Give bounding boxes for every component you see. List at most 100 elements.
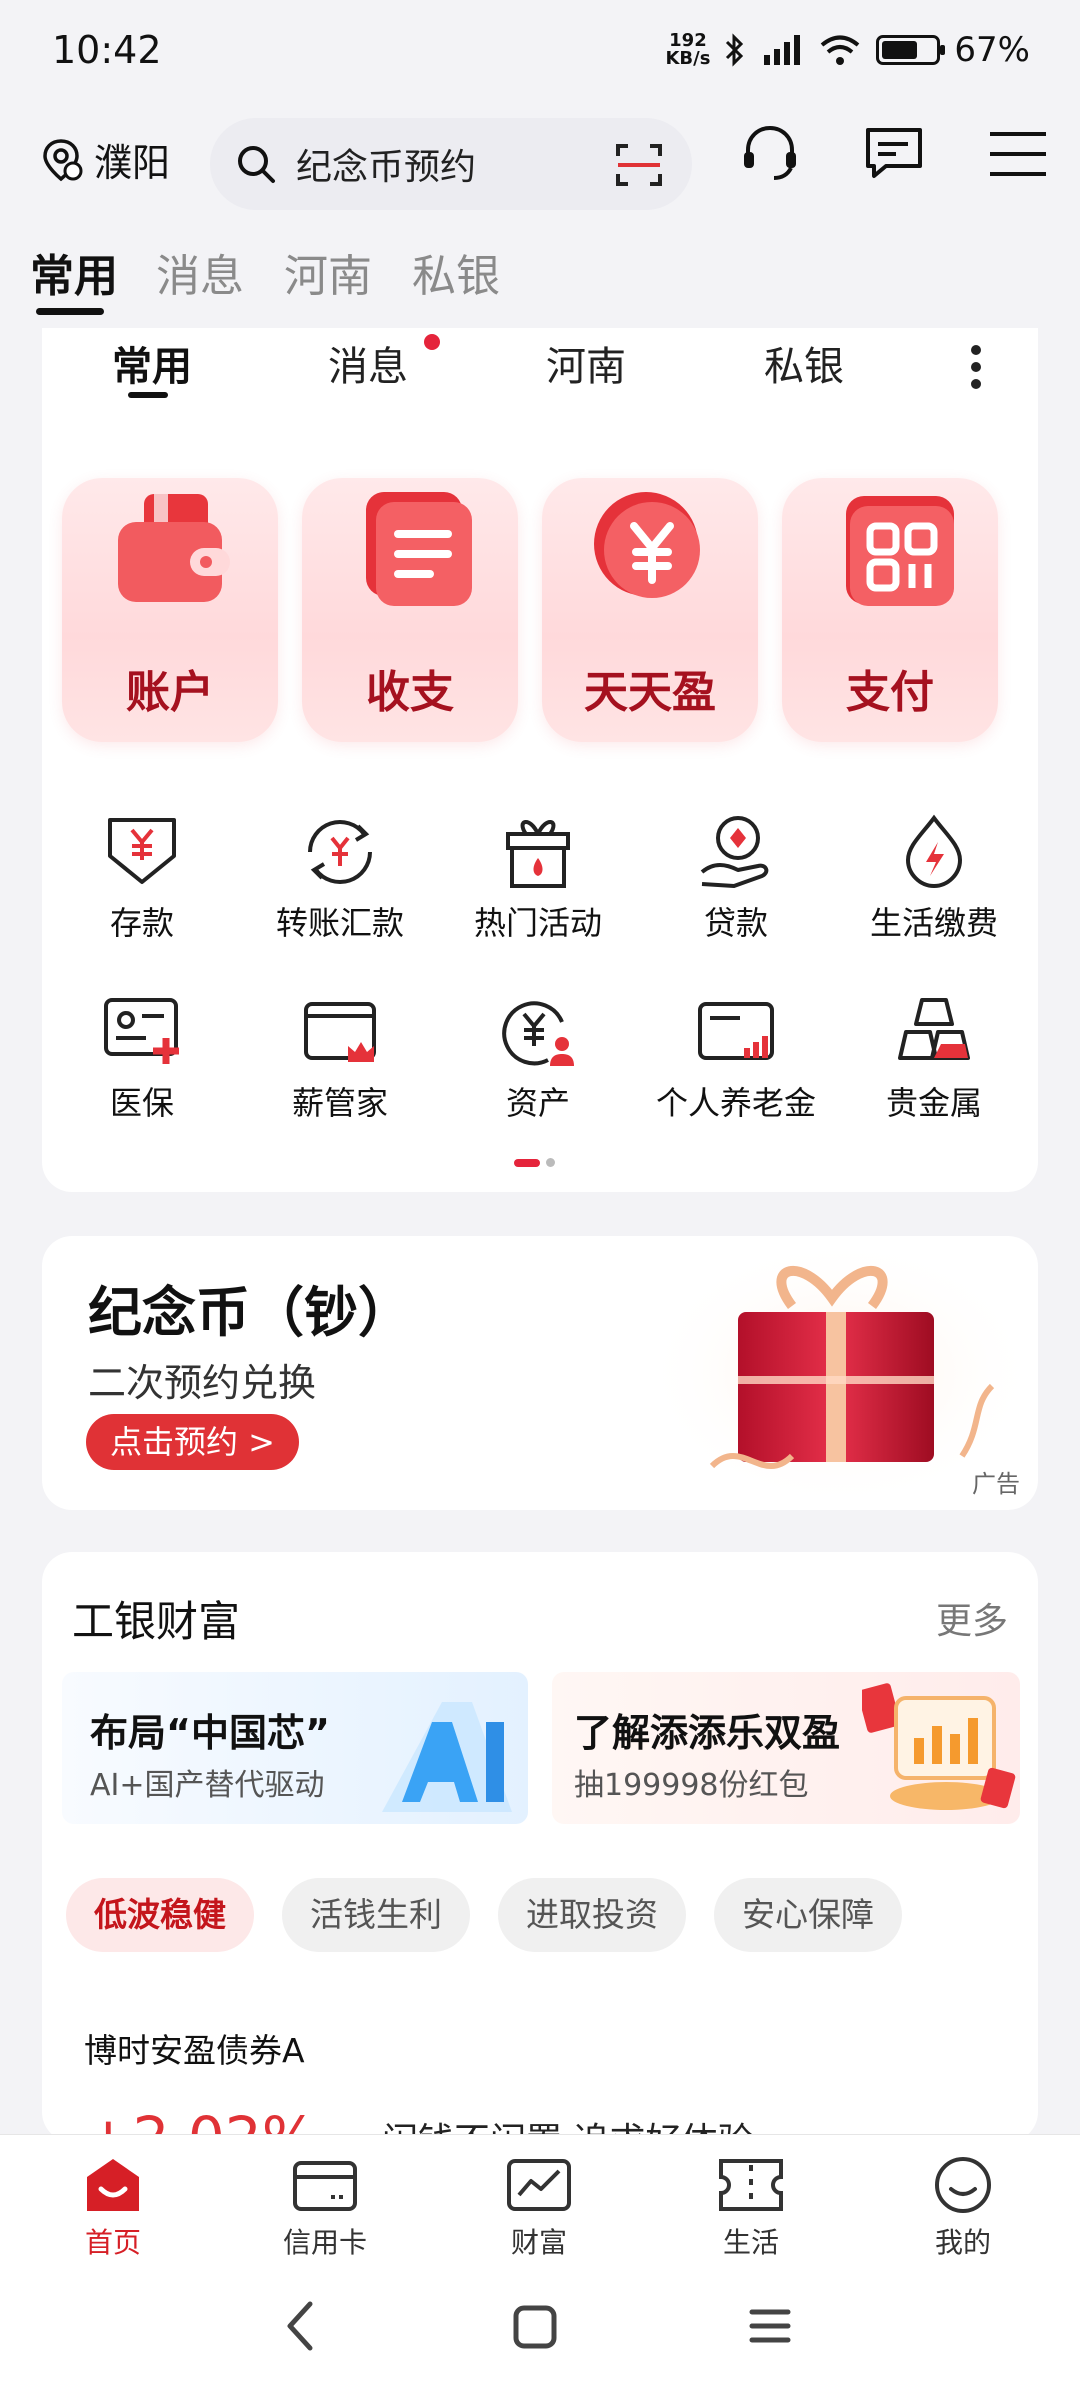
nav-credit-card[interactable]: 信用卡 xyxy=(250,2155,400,2261)
fund-name[interactable]: 博时安盈债券A xyxy=(84,2024,305,2072)
nav-home[interactable]: 首页 xyxy=(38,2155,188,2261)
func-utility-bills[interactable]: 生活缴费 xyxy=(834,812,1034,944)
tile-account-label: 账户 xyxy=(126,667,214,718)
card-tab-private-banking[interactable]: 私银 xyxy=(764,334,844,392)
precious-metal-icon xyxy=(898,998,970,1060)
page-dot xyxy=(546,1158,555,1167)
tile-account[interactable]: 账户 xyxy=(62,478,278,742)
card-tab-common[interactable]: 常用 xyxy=(112,334,192,392)
func-salary-manager[interactable]: 薪管家 xyxy=(240,992,440,1124)
func-hot-activities[interactable]: 热门活动 xyxy=(438,812,638,944)
menu-icon[interactable] xyxy=(984,120,1052,188)
system-navigation-bar xyxy=(0,2258,1080,2400)
salary-icon xyxy=(304,1002,376,1062)
wallet-icon xyxy=(118,494,230,602)
net-speed: 192 KB/s xyxy=(665,30,711,69)
section-title: 工银财富 xyxy=(72,1597,241,1646)
battery-icon xyxy=(876,35,946,65)
battery-percent: 67% xyxy=(954,30,1030,70)
assets-icon xyxy=(502,1001,574,1066)
top-tab-bar: 常用 消息 河南 私银 xyxy=(0,240,1080,320)
ledger-icon xyxy=(366,492,472,606)
nav-profile[interactable]: 我的 xyxy=(888,2155,1038,2261)
chip-low-volatility[interactable]: 低波稳健 xyxy=(66,1878,254,1952)
card-tab-bar: 常用 消息 河南 私银 xyxy=(42,328,1038,438)
banner-title: 布局“中国芯” xyxy=(90,1711,330,1755)
tiantianle-banner[interactable]: 了解添添乐双盈 抽199998份红包 xyxy=(552,1672,1020,1824)
search-icon xyxy=(238,146,275,183)
wifi-icon xyxy=(821,35,860,65)
status-icons: 192 KB/s 67% xyxy=(665,30,1030,70)
bottom-navigation: 首页 信用卡 财富 生活 我的 xyxy=(0,2134,1080,2261)
more-vertical-icon[interactable] xyxy=(966,342,986,392)
status-bar: 10:42 192 KB/s 67% xyxy=(0,0,1080,100)
chip-protection[interactable]: 安心保障 xyxy=(714,1878,902,1952)
top-tab-private-banking[interactable]: 私银 xyxy=(412,240,500,304)
location-label: 濮阳 xyxy=(94,141,171,185)
signal-icon xyxy=(764,35,801,65)
card-tab-messages[interactable]: 消息 xyxy=(328,334,408,392)
search-placeholder: 纪念币预约 xyxy=(296,147,477,188)
tile-payment-label: 支付 xyxy=(846,667,934,718)
bluetooth-icon xyxy=(726,33,744,67)
ai-chip-illustration xyxy=(382,1702,512,1812)
top-tab-indicator xyxy=(36,308,104,315)
more-link[interactable]: 更多 xyxy=(936,1592,1008,1644)
tile-tiantianying-label: 天天盈 xyxy=(584,667,716,718)
ticket-icon xyxy=(719,2159,783,2211)
location-selector[interactable]: 濮阳 xyxy=(36,132,170,187)
home-square-icon[interactable] xyxy=(510,2302,560,2352)
top-tab-common[interactable]: 常用 xyxy=(30,240,118,304)
payment-code-icon xyxy=(846,496,954,606)
chip-flexible-cash[interactable]: 活钱生利 xyxy=(282,1878,470,1952)
china-chip-banner[interactable]: 布局“中国芯” AI+国产替代驱动 xyxy=(62,1672,528,1824)
func-precious-metals[interactable]: 贵金属 xyxy=(834,992,1034,1124)
func-assets[interactable]: 资产 xyxy=(438,992,638,1124)
commemorative-coin-banner[interactable]: 纪念币（钞） 二次预约兑换 点击预约 > 广告 xyxy=(42,1236,1038,1510)
header: 濮阳 纪念币预约 xyxy=(0,100,1080,230)
page-indicator xyxy=(514,1158,555,1167)
nav-life[interactable]: 生活 xyxy=(676,2155,826,2261)
deposit-icon xyxy=(108,818,176,884)
red-envelope-chart-illustration xyxy=(862,1683,1016,1810)
transfer-icon xyxy=(308,820,372,884)
yuan-coin-icon xyxy=(594,492,700,598)
recent-apps-icon[interactable] xyxy=(746,2302,794,2350)
nav-wealth[interactable]: 财富 xyxy=(464,2155,614,2261)
scan-icon[interactable] xyxy=(614,140,664,190)
promo-title: 纪念币（钞） xyxy=(88,1281,412,1344)
func-transfer[interactable]: 转账汇款 xyxy=(240,812,440,944)
home-icon xyxy=(87,2159,139,2211)
func-loan[interactable]: 贷款 xyxy=(636,812,836,944)
reserve-button[interactable]: 点击预约 > xyxy=(86,1414,299,1470)
func-medical-insurance[interactable]: 医保 xyxy=(42,992,242,1124)
card-tab-henan[interactable]: 河南 xyxy=(546,334,626,392)
medical-insurance-icon xyxy=(104,998,179,1064)
wealth-category-chips: 低波稳健 活钱生利 进取投资 安心保障 xyxy=(66,1878,902,1952)
gift-icon xyxy=(506,820,570,888)
banner-title: 了解添添乐双盈 xyxy=(574,1711,841,1755)
promo-subtitle: 二次预约兑换 xyxy=(88,1361,317,1405)
tile-tiantianying[interactable]: 天天盈 xyxy=(542,478,758,742)
message-icon[interactable] xyxy=(860,120,928,188)
utility-bill-icon xyxy=(905,814,963,889)
top-tab-henan[interactable]: 河南 xyxy=(284,240,372,304)
wealth-chart-icon xyxy=(507,2159,571,2211)
search-bar[interactable]: 纪念币预约 xyxy=(210,118,692,210)
func-deposit[interactable]: 存款 xyxy=(42,812,242,944)
tile-income-expense[interactable]: 收支 xyxy=(302,478,518,742)
customer-service-icon[interactable] xyxy=(736,120,804,188)
func-personal-pension[interactable]: 个人养老金 xyxy=(636,992,836,1124)
tile-payment[interactable]: 支付 xyxy=(782,478,998,742)
pension-icon xyxy=(698,1002,774,1060)
banner-subtitle: 抽199998份红包 xyxy=(574,1768,809,1803)
function-card: 常用 消息 河南 私银 账户 收支 天天盈 支付 存款 转账汇款 热门活动 贷款… xyxy=(42,328,1038,1192)
chip-aggressive-investment[interactable]: 进取投资 xyxy=(498,1878,686,1952)
top-tab-messages[interactable]: 消息 xyxy=(156,240,244,304)
credit-card-icon xyxy=(293,2161,357,2211)
back-icon[interactable] xyxy=(280,2298,320,2354)
loan-icon xyxy=(700,816,769,888)
location-pin-icon xyxy=(43,138,83,181)
profile-icon xyxy=(935,2157,991,2213)
unread-dot xyxy=(424,334,440,350)
